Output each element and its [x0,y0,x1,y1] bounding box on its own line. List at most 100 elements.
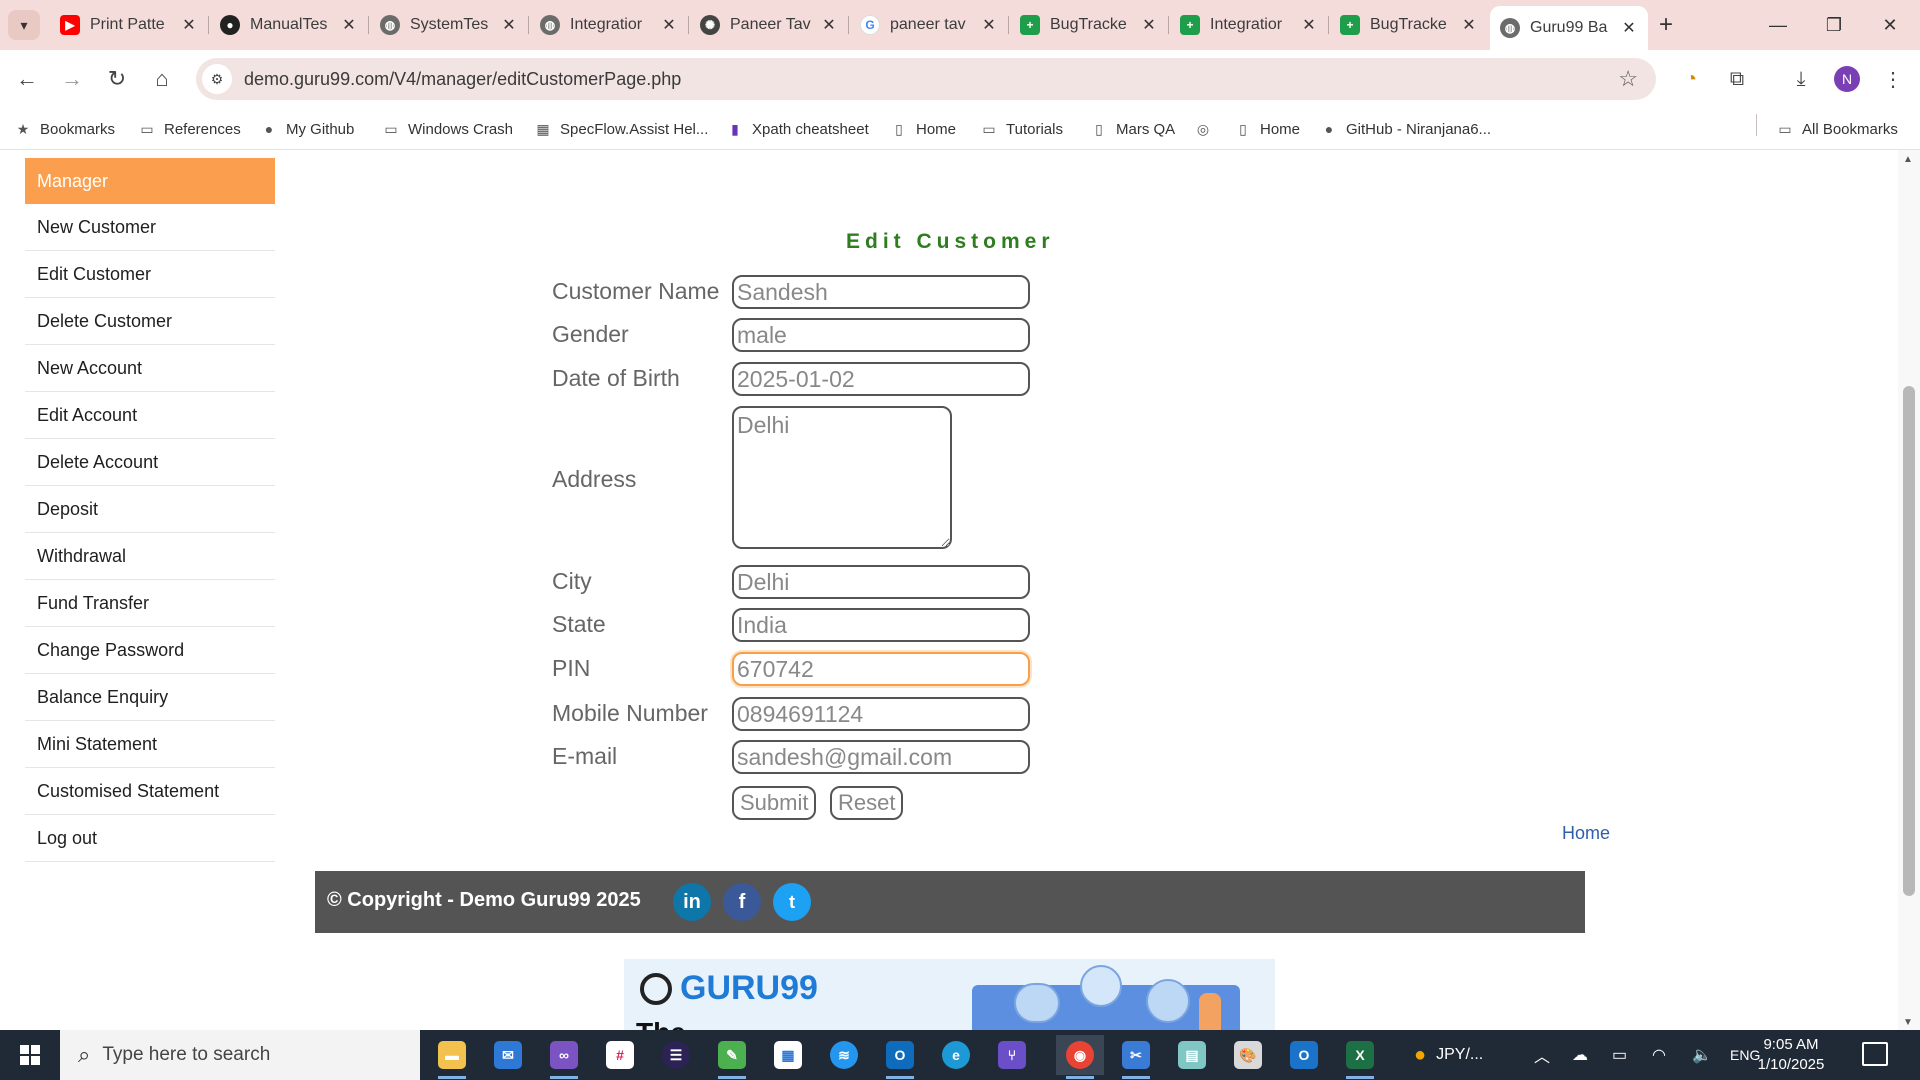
show-hidden-icons-button[interactable]: ︿ [1534,1030,1550,1080]
bookmark-item[interactable]: ▯ Mars QA [1090,117,1175,141]
all-bookmarks-button[interactable]: ▭ All Bookmarks [1776,117,1897,141]
browser-tab[interactable]: + BugTracke ✕ [1330,8,1488,42]
address-bar-url[interactable]: demo.guru99.com/V4/manager/editCustomerP… [244,69,681,90]
sidebar-item-deposit[interactable]: Deposit [25,486,275,533]
excel-app[interactable]: X [1336,1035,1384,1079]
reset-button[interactable]: Reset [830,786,904,820]
reload-icon[interactable]: ↻ [100,62,134,96]
page-scrollbar[interactable]: ▲ ▼ [1898,150,1920,1030]
guru99-ad-banner[interactable]: GURU99 The [624,959,1275,1030]
docker-app[interactable]: ≋ [820,1035,868,1075]
eclipse-app[interactable]: ☰ [652,1035,700,1075]
file-explorer-app[interactable]: ▬ [428,1035,476,1079]
sidebar-item-change-password[interactable]: Change Password [25,627,275,674]
browser-tab[interactable]: ▶ Print Patte ✕ [50,8,209,42]
new-tab-button[interactable]: + [1650,10,1682,40]
snipping-tool-app[interactable]: ✂ [1112,1035,1160,1079]
tab-search-button[interactable]: ▾ [8,10,40,40]
browser-tab[interactable]: ✺ Paneer Tav ✕ [690,8,849,42]
close-tab-icon[interactable]: ✕ [1620,18,1638,38]
slack-app[interactable]: # [596,1035,644,1075]
notepad-app[interactable]: ✎ [708,1035,756,1079]
sidebar-item-mini-statement[interactable]: Mini Statement [25,721,275,768]
extensions-puzzle-icon[interactable]: ⧉ [1720,62,1754,96]
git-app[interactable]: ⑂ [988,1035,1036,1075]
bookmark-item[interactable]: ▯ Home [890,117,956,141]
close-tab-icon[interactable]: ✕ [1300,15,1318,35]
outlook-new-app[interactable]: O [1280,1035,1328,1075]
close-tab-icon[interactable]: ✕ [340,15,358,35]
bookmark-star-icon[interactable]: ☆ [1618,66,1638,92]
chrome-app[interactable]: ◉ [1056,1035,1104,1079]
back-arrow-icon[interactable]: ← [10,62,44,96]
bookmark-item[interactable]: ◎ [1194,117,1220,141]
bookmark-item[interactable]: ★ Bookmarks [14,117,115,141]
close-tab-icon[interactable]: ✕ [180,15,198,35]
state-field[interactable] [732,608,1030,642]
sidebar-item-new-customer[interactable]: New Customer [25,204,275,251]
facebook-icon[interactable]: f [723,883,761,921]
sidebar-item-delete-customer[interactable]: Delete Customer [25,298,275,345]
notification-center-icon[interactable] [1862,1042,1888,1066]
bookmark-item[interactable]: ▭ References [138,117,240,141]
volume-icon[interactable]: 🔈 [1692,1030,1712,1080]
profile-avatar[interactable]: N [1830,62,1864,96]
bookmark-item[interactable]: ● My Github [260,117,355,141]
kebab-menu-icon[interactable]: ⋮ [1876,62,1910,96]
mail-app[interactable]: ✉ [484,1035,532,1075]
download-icon[interactable]: ⤓ [1784,62,1818,96]
close-tab-icon[interactable]: ✕ [500,15,518,35]
notes-app[interactable]: ▤ [1168,1035,1216,1075]
browser-tab[interactable]: ◍ Integratior ✕ [530,8,689,42]
sidebar-item-edit-account[interactable]: Edit Account [25,392,275,439]
minimize-window-button[interactable]: — [1750,8,1806,42]
store-app[interactable]: ▦ [764,1035,812,1075]
sidebar-item-new-account[interactable]: New Account [25,345,275,392]
twitter-icon[interactable]: t [773,883,811,921]
browser-tab-active[interactable]: ◍ Guru99 Ba ✕ [1490,6,1648,50]
browser-tab[interactable]: ◍ SystemTes ✕ [370,8,529,42]
close-tab-icon[interactable]: ✕ [1140,15,1158,35]
browser-tab[interactable]: + BugTracke ✕ [1010,8,1169,42]
scroll-down-icon[interactable]: ▼ [1903,1017,1913,1028]
onedrive-icon[interactable]: ☁ [1572,1030,1588,1080]
sidebar-item-log-out[interactable]: Log out [25,815,275,862]
city-field[interactable] [732,565,1030,599]
paint-app[interactable]: 🎨 [1224,1035,1272,1075]
extension-icon[interactable]: ◔ [1674,62,1708,96]
bookmark-item[interactable]: ▭ Windows Crash [382,117,513,141]
mobile-number-field[interactable] [732,697,1030,731]
pin-field[interactable] [732,652,1030,686]
currency-widget[interactable]: ● JPY/... [1414,1030,1483,1080]
close-tab-icon[interactable]: ✕ [980,15,998,35]
home-link[interactable]: Home [1562,823,1610,844]
taskbar-clock[interactable]: 9:05 AM 1/10/2025 [1746,1035,1836,1075]
bookmark-item[interactable]: ▦ SpecFlow.Assist Hel... [534,117,708,141]
sidebar-item-edit-customer[interactable]: Edit Customer [25,251,275,298]
outlook-app[interactable]: O [876,1035,924,1079]
bookmark-item[interactable]: ● GitHub - Niranjana6... [1320,117,1491,141]
sidebar-item-fund-transfer[interactable]: Fund Transfer [25,580,275,627]
address-textarea[interactable]: Delhi [732,406,952,549]
visual-studio-app[interactable]: ∞ [540,1035,588,1079]
wifi-icon[interactable]: ◠ [1652,1030,1666,1080]
customer-name-field[interactable] [732,275,1030,309]
submit-button[interactable]: Submit [732,786,817,820]
address-bar[interactable]: ⚙ demo.guru99.com/V4/manager/editCustome… [196,58,1656,100]
close-tab-icon[interactable]: ✕ [660,15,678,35]
site-info-icon[interactable]: ⚙ [202,64,232,94]
close-tab-icon[interactable]: ✕ [820,15,838,35]
scrollbar-thumb[interactable] [1903,386,1915,896]
close-window-button[interactable]: ✕ [1862,8,1918,42]
sidebar-item-delete-account[interactable]: Delete Account [25,439,275,486]
bookmark-item[interactable]: ▮ Xpath cheatsheet [726,117,869,141]
start-button[interactable] [0,1030,60,1080]
sidebar-item-customised-statement[interactable]: Customised Statement [25,768,275,815]
home-icon[interactable]: ⌂ [145,62,179,96]
sidebar-item-withdrawal[interactable]: Withdrawal [25,533,275,580]
edge-app[interactable]: e [932,1035,980,1075]
email-field[interactable] [732,740,1030,774]
gender-field[interactable] [732,318,1030,352]
scroll-up-icon[interactable]: ▲ [1903,154,1913,165]
taskbar-search[interactable]: ⌕ Type here to search [60,1030,420,1080]
